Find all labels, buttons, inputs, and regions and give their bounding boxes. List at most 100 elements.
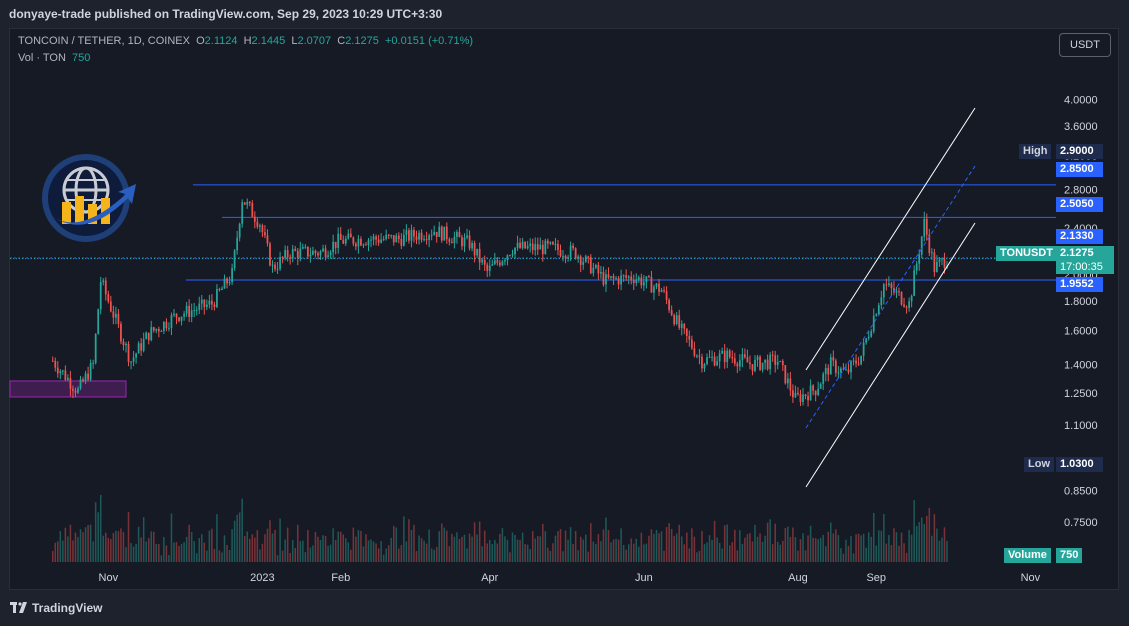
volume-bar [117, 531, 120, 562]
candle-body [807, 396, 809, 401]
volume-bar [135, 543, 137, 562]
volume-bar [574, 531, 577, 562]
volume-bar [804, 550, 807, 562]
volume-bar [370, 539, 372, 562]
candle-body [200, 299, 203, 304]
volume-bar [380, 541, 382, 562]
candle-body [241, 202, 244, 224]
volume-bar [463, 534, 466, 562]
candle-body [731, 356, 734, 359]
volume-bar [312, 545, 314, 562]
candle-body [840, 368, 842, 373]
candle-body [238, 223, 241, 238]
volume-bar [819, 537, 822, 562]
candle-body [597, 264, 600, 274]
volume-bar [526, 544, 529, 562]
volume-bar [233, 520, 236, 562]
volume-bar [425, 543, 428, 562]
candle-body [756, 356, 759, 360]
volume-bar [792, 527, 794, 562]
volume-bar [307, 529, 309, 562]
volume-bar [895, 532, 898, 562]
volume-bar [718, 542, 721, 562]
volume-bar [537, 536, 539, 562]
candle-body [56, 367, 59, 374]
candle-body [658, 283, 660, 292]
volume-bar [509, 552, 511, 562]
candle-body [392, 235, 395, 243]
volume-bar [941, 537, 943, 562]
currency-button[interactable]: USDT [1059, 33, 1111, 57]
volume-bar [630, 538, 632, 562]
volume-bar [799, 539, 802, 562]
volume-bar [862, 533, 865, 562]
candle-body [509, 255, 511, 257]
volume-bar [291, 540, 294, 562]
volume-bar [274, 530, 276, 562]
volume-bar [771, 544, 774, 562]
volume-bar [698, 550, 701, 562]
y-tick-label: 0.8500 [1064, 485, 1098, 497]
volume-bar [749, 533, 751, 562]
candle-body [170, 315, 173, 328]
volume-bar [362, 546, 365, 562]
candle-body [360, 238, 362, 246]
candle-body [673, 315, 676, 325]
volume-bar [413, 524, 415, 562]
volume-bar [764, 535, 766, 562]
candle-body [559, 250, 562, 257]
volume-bar [51, 550, 54, 562]
candle-body [387, 234, 390, 236]
candle-body [51, 360, 54, 362]
candle-body [180, 316, 183, 321]
volume-bar [716, 537, 718, 562]
volume-bar [632, 543, 635, 562]
volume-bar [569, 527, 572, 562]
volume-bar [218, 550, 221, 562]
candle-body [708, 357, 711, 359]
volume-bar [170, 513, 173, 562]
candle-body [120, 323, 122, 342]
volume-bar [933, 514, 936, 562]
volume-bar [640, 532, 643, 562]
candle-body [276, 268, 279, 270]
candle-body [463, 237, 466, 247]
volume-bar [221, 552, 223, 562]
candle-body [557, 244, 559, 251]
candle-body [920, 236, 923, 255]
candle-body [258, 225, 261, 227]
volume-bar [140, 537, 142, 562]
candle-body [84, 373, 87, 382]
volume-bar [683, 544, 686, 562]
candle-body [642, 282, 645, 286]
candle-body [514, 247, 516, 255]
volume-bar [147, 538, 150, 562]
candle-body [168, 327, 170, 329]
price-chart[interactable]: 4.00003.60003.20002.80002.40002.00001.80… [0, 0, 1129, 626]
candle-body [64, 370, 67, 380]
candle-body [208, 300, 211, 305]
candle-body [546, 240, 549, 244]
candle-body [930, 252, 933, 254]
volume-bar [691, 528, 693, 562]
candle-body [461, 237, 463, 247]
volume-bar [592, 541, 595, 562]
candle-body [440, 226, 443, 241]
volume-bar [458, 538, 461, 562]
volume-bar [686, 532, 688, 562]
candle-body [918, 254, 921, 264]
volume-bar [883, 513, 885, 562]
candle-body [269, 243, 271, 266]
candle-body [925, 218, 928, 235]
candle-body [943, 258, 946, 268]
volume-bar [430, 548, 433, 562]
volume-bar [195, 553, 198, 562]
candle-body [668, 299, 671, 311]
volume-bar [438, 531, 440, 562]
volume-bar [850, 536, 852, 562]
candle-body [607, 274, 610, 278]
volume-bar [395, 527, 398, 562]
candle-body [400, 239, 403, 246]
tradingview-brand: TradingView [32, 601, 103, 615]
volume-bar [54, 542, 57, 562]
